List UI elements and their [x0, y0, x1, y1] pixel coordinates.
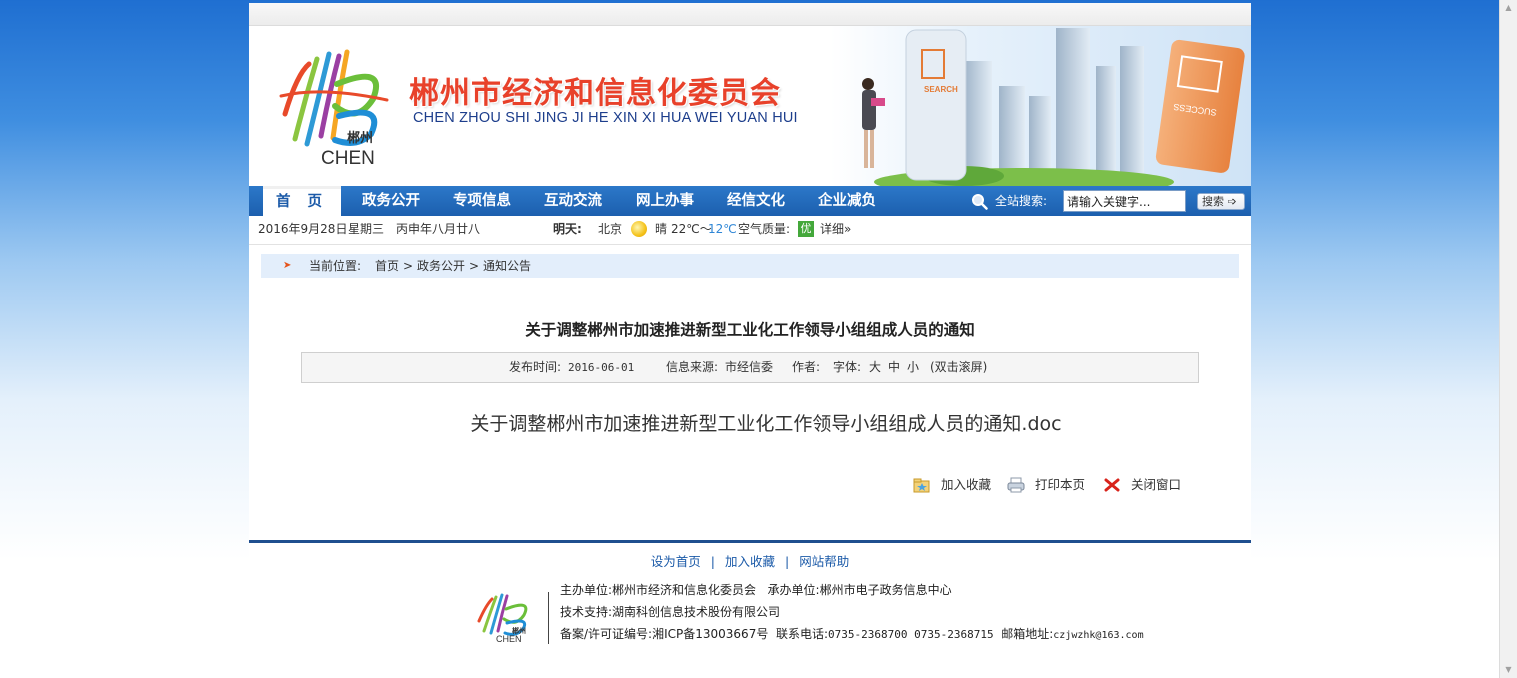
set-homepage-link[interactable]: 设为首页	[651, 554, 701, 569]
tomorrow-label: 明天:	[553, 222, 582, 236]
icp-value: 湘ICP备13003667号	[652, 627, 769, 641]
nav-item-culture[interactable]: 经信文化	[727, 186, 785, 216]
breadcrumb-separator: >	[403, 259, 414, 273]
arrow-right-icon: ➩	[1227, 195, 1237, 208]
article-title: 关于调整郴州市加速推进新型工业化工作领导小组组成人员的通知	[525, 321, 975, 339]
sun-icon	[631, 221, 647, 237]
article-meta: 发布时间: 2016-06-01 信息来源: 市经信委 作者: 字体: 大 中 …	[301, 352, 1199, 383]
breadcrumb-home[interactable]: 首页	[375, 254, 399, 278]
page-container: 郴州 CHEN 郴州市经济和信息化委员会 CHEN ZHOU SHI JING …	[249, 3, 1251, 678]
footer-logo-sub: CHEN	[496, 634, 522, 643]
footer-host-line: 主办单位:郴州市经济和信息化委员会 承办单位:郴州市电子政务信息中心	[560, 581, 952, 598]
attachment-link[interactable]: 关于调整郴州市加速推进新型工业化工作领导小组组成人员的通知.doc	[249, 409, 1283, 436]
weekday: 星期三	[348, 222, 385, 236]
publish-date: 2016-06-01	[568, 361, 635, 374]
font-size-small[interactable]: 小	[907, 353, 919, 382]
printer-icon	[1007, 477, 1025, 493]
info-bar: 2016年9月28日 星期三 丙申年八月廿八 明天: 北京 晴 22℃～ 12℃…	[249, 216, 1251, 245]
logo-sub: CHEN	[321, 148, 375, 166]
footer-links: 设为首页 | 加入收藏 | 网站帮助	[249, 551, 1251, 570]
font-size-label: 字体:	[833, 360, 862, 374]
breadcrumb-separator: >	[469, 259, 480, 273]
email-value: czjwzhk@163.com	[1053, 630, 1144, 641]
publish-label: 发布时间:	[509, 360, 562, 374]
footer-vertical-divider	[548, 592, 549, 644]
tech-value: 湖南科创信息技术股份有限公司	[612, 605, 781, 619]
breadcrumb-label: 当前位置:	[309, 259, 362, 273]
phone-label: 联系电话:	[775, 627, 829, 641]
source-value: 市经信委	[725, 360, 774, 374]
scroll-hint[interactable]: (双击滚屏)	[930, 353, 987, 382]
folder-favorite-icon	[913, 478, 930, 493]
scroll-up-icon[interactable]: ▲	[1500, 0, 1517, 16]
email-label: 邮箱地址:	[1001, 627, 1054, 641]
footer-logo-icon: 郴州 CHEN	[477, 593, 528, 643]
page-scrollbar[interactable]: ▲ ▼	[1499, 0, 1517, 678]
main-nav: 首 页 政务公开 专项信息 互动交流 网上办事 经信文化 企业减负 全站搜索: …	[249, 186, 1251, 216]
breadcrumb-notices[interactable]: 通知公告	[483, 254, 531, 278]
author-label: 作者:	[792, 360, 821, 374]
search-button[interactable]: 搜索 ➩	[1197, 193, 1245, 210]
lunar-date: 丙申年八月廿八	[396, 222, 481, 236]
air-quality-label: 空气质量:	[738, 222, 791, 236]
site-subtitle: CHEN ZHOU SHI JING JI HE XIN XI HUA WEI …	[413, 110, 798, 126]
site-logo-icon: 郴州 CHEN	[279, 49, 389, 166]
nav-item-burden-reduction[interactable]: 企业减负	[818, 186, 876, 216]
logo-text: 郴州	[347, 131, 373, 146]
search-button-label: 搜索	[1202, 195, 1224, 208]
organizer-value: 郴州市电子政务信息中心	[819, 583, 952, 597]
add-favorite-label: 加入收藏	[941, 477, 992, 492]
weather-detail-link[interactable]: 详细»	[820, 216, 851, 242]
banner-search-word: SEARCH	[924, 85, 958, 94]
tech-label: 技术支持:	[560, 605, 613, 619]
nav-item-interaction[interactable]: 互动交流	[544, 186, 602, 216]
footer-contact-line: 备案/许可证编号:湘ICP备13003667号 联系电话:0735-236870…	[560, 625, 1144, 642]
temperature-low: 12℃	[708, 222, 737, 236]
nav-item-online-services[interactable]: 网上办事	[636, 186, 694, 216]
weather-condition: 晴	[655, 222, 668, 236]
breadcrumb-arrow-icon: ➤	[283, 260, 292, 271]
source-label: 信息来源:	[666, 360, 719, 374]
site-banner: 郴州 CHEN 郴州市经济和信息化委员会 CHEN ZHOU SHI JING …	[249, 26, 1251, 186]
scroll-down-icon[interactable]: ▼	[1500, 662, 1517, 678]
site-help-link[interactable]: 网站帮助	[799, 554, 849, 569]
nav-item-home[interactable]: 首 页	[263, 186, 341, 216]
footer-divider-line	[249, 540, 1251, 543]
nav-item-special-info[interactable]: 专项信息	[453, 186, 511, 216]
icp-label: 备案/许可证编号:	[560, 627, 653, 641]
top-strip	[249, 3, 1251, 26]
nav-item-government-affairs[interactable]: 政务公开	[362, 186, 420, 216]
font-size-large[interactable]: 大	[869, 353, 881, 382]
add-favorite-link[interactable]: 加入收藏	[725, 554, 775, 569]
search-label: 全站搜索:	[995, 194, 1048, 208]
current-date: 2016年9月28日	[258, 222, 348, 236]
weather-city: 北京	[598, 222, 623, 236]
footer-link-separator: |	[710, 554, 715, 569]
temperature-high: 22℃～	[671, 222, 712, 236]
organizer-label: 承办单位:	[767, 583, 820, 597]
phone-value: 0735-2368700 0735-2368715	[828, 628, 994, 641]
print-page-label: 打印本页	[1035, 477, 1086, 492]
host-label: 主办单位:	[560, 583, 613, 597]
host-value: 郴州市经济和信息化委员会	[612, 583, 757, 597]
air-quality-badge: 优	[798, 221, 814, 237]
breadcrumb-government-affairs[interactable]: 政务公开	[417, 254, 465, 278]
close-window-label: 关闭窗口	[1131, 477, 1182, 492]
close-icon	[1104, 478, 1120, 492]
site-title: 郴州市经济和信息化委员会	[409, 76, 781, 111]
search-icon	[972, 194, 988, 210]
search-input[interactable]	[1063, 190, 1186, 212]
footer-tech-line: 技术支持:湖南科创信息技术股份有限公司	[560, 603, 780, 620]
banner-illustration: SEARCH SUCCESS	[862, 28, 1245, 186]
footer-link-separator: |	[785, 554, 790, 569]
font-size-medium[interactable]: 中	[888, 353, 900, 382]
breadcrumb: ➤ 当前位置: 首页 > 政务公开 > 通知公告	[261, 254, 1239, 278]
